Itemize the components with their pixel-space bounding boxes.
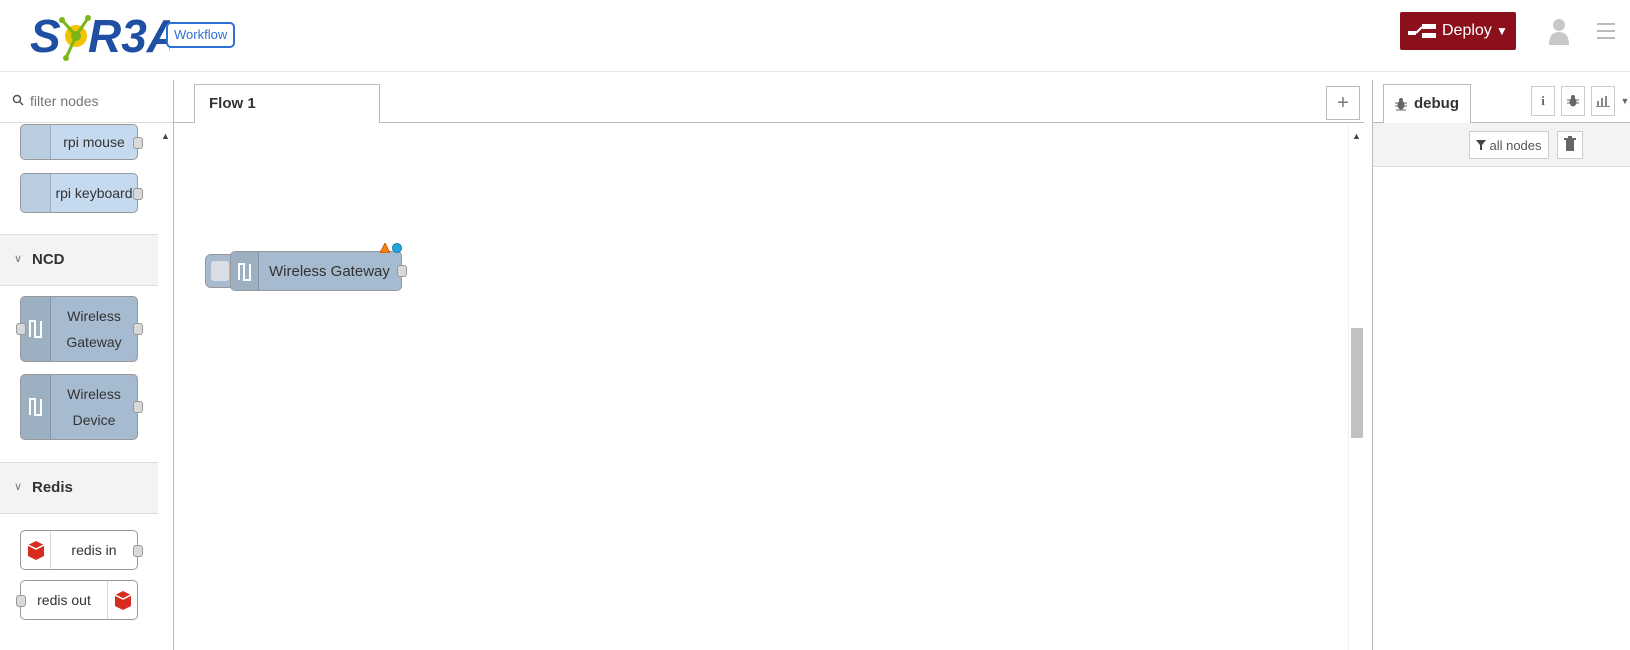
svg-text:S: S <box>30 10 61 62</box>
node-label: Wireless Gateway <box>66 308 122 350</box>
caret-down-icon[interactable]: ▼ <box>1496 24 1508 38</box>
palette-node-rpi-mouse[interactable]: rpi mouse <box>20 124 143 160</box>
deploy-label: Deploy <box>1442 22 1492 39</box>
node-label: redis out <box>37 592 91 608</box>
workspace-canvas[interactable] <box>174 123 1348 650</box>
header-bar: S R3A Workflow Deploy ▼ <box>0 0 1630 72</box>
node-label: Wireless Device <box>67 386 121 428</box>
palette-node-wireless-gateway[interactable]: Wireless Gateway <box>16 296 143 362</box>
chart-icon <box>1596 96 1610 107</box>
category-label: Redis <box>32 479 73 496</box>
output-port[interactable] <box>133 545 143 557</box>
deploy-icon <box>1408 24 1436 38</box>
search-input[interactable] <box>28 88 168 114</box>
wave-icon <box>231 252 259 290</box>
wave-icon <box>21 375 51 439</box>
palette-node-redis-in[interactable]: redis in <box>20 530 143 570</box>
palette-node-rpi-keyboard[interactable]: rpi keyboard <box>20 173 143 213</box>
filter-icon <box>1476 140 1487 150</box>
bug-icon <box>1567 95 1579 107</box>
output-port[interactable] <box>397 265 407 277</box>
sorba-logo: S R3A <box>30 10 170 62</box>
flow-node-wireless-gateway[interactable]: Wireless Gateway <box>230 251 407 291</box>
workspace-tabs: Flow 1 + <box>174 80 1364 124</box>
category-body-ncd: Wireless Gateway Wireless Device <box>0 286 158 462</box>
clear-button[interactable] <box>1557 131 1583 159</box>
tab-debug[interactable]: debug <box>1383 84 1471 124</box>
filter-label: all nodes <box>1489 137 1542 153</box>
category-label: NCD <box>32 251 65 268</box>
scrollbar-thumb[interactable] <box>1351 328 1363 438</box>
tab-label: debug <box>1414 95 1459 112</box>
palette-node-redis-out[interactable]: redis out <box>16 580 138 620</box>
deploy-button[interactable]: Deploy ▼ <box>1400 12 1516 50</box>
redis-icon <box>107 581 137 619</box>
trash-icon <box>1564 136 1576 151</box>
status-dot <box>392 243 402 253</box>
redis-icon <box>21 531 51 569</box>
palette-node-wireless-device[interactable]: Wireless Device <box>20 374 143 440</box>
raspberry-icon <box>21 125 51 159</box>
sidebar-tabs: debug i ▼ <box>1373 80 1630 124</box>
scroll-up-icon[interactable]: ▲ <box>1352 131 1361 141</box>
node-palette: rpi mouse rpi keyboard ∨ NCD Wireless Ga… <box>0 80 174 650</box>
category-body-redis: redis in redis out <box>0 514 158 650</box>
workflow-badge: Workflow <box>166 22 236 48</box>
chevron-down-icon: ∨ <box>14 481 23 493</box>
bug-icon <box>1395 98 1407 111</box>
node-label: Wireless Gateway <box>269 263 390 280</box>
palette-scrollbar[interactable]: ▲ <box>158 123 173 650</box>
debug-toolbar: all nodes <box>1373 123 1630 167</box>
palette-list: rpi mouse rpi keyboard ∨ NCD Wireless Ga… <box>0 123 158 650</box>
user-icon[interactable] <box>1548 18 1570 46</box>
dashboard-button[interactable] <box>1591 86 1615 116</box>
debug-messages <box>1373 167 1630 650</box>
menu-icon[interactable] <box>1595 20 1617 42</box>
workspace-scrollbar[interactable]: ▲ <box>1348 123 1364 650</box>
svg-text:R3A: R3A <box>88 10 170 62</box>
palette-search <box>0 80 173 123</box>
filter-button[interactable]: all nodes <box>1469 131 1549 159</box>
add-tab-button[interactable]: + <box>1326 86 1360 120</box>
tab-flow-1[interactable]: Flow 1 <box>194 84 380 124</box>
sidebar: debug i ▼ all nodes <box>1372 80 1630 650</box>
output-port[interactable] <box>133 401 143 413</box>
output-port[interactable] <box>133 137 143 149</box>
input-port[interactable] <box>16 323 26 335</box>
info-button[interactable]: i <box>1531 86 1555 116</box>
debug-button[interactable] <box>1561 86 1585 116</box>
category-header-redis[interactable]: ∨ Redis <box>0 462 158 514</box>
node-label: redis in <box>71 542 117 558</box>
changed-icon <box>380 243 390 253</box>
tab-label: Flow 1 <box>209 95 256 112</box>
search-icon <box>12 94 24 106</box>
output-port[interactable] <box>133 188 143 200</box>
caret-down-icon[interactable]: ▼ <box>1619 86 1630 116</box>
node-label: rpi keyboard <box>55 185 133 201</box>
node-label: rpi mouse <box>63 134 125 150</box>
scroll-up-icon[interactable]: ▲ <box>161 131 170 141</box>
category-body-rpi: rpi mouse rpi keyboard <box>0 123 158 234</box>
input-port[interactable] <box>16 595 26 607</box>
category-header-ncd[interactable]: ∨ NCD <box>0 234 158 286</box>
raspberry-icon <box>21 174 51 212</box>
info-icon: i <box>1541 93 1545 108</box>
chevron-down-icon: ∨ <box>14 253 23 265</box>
output-port[interactable] <box>133 323 143 335</box>
